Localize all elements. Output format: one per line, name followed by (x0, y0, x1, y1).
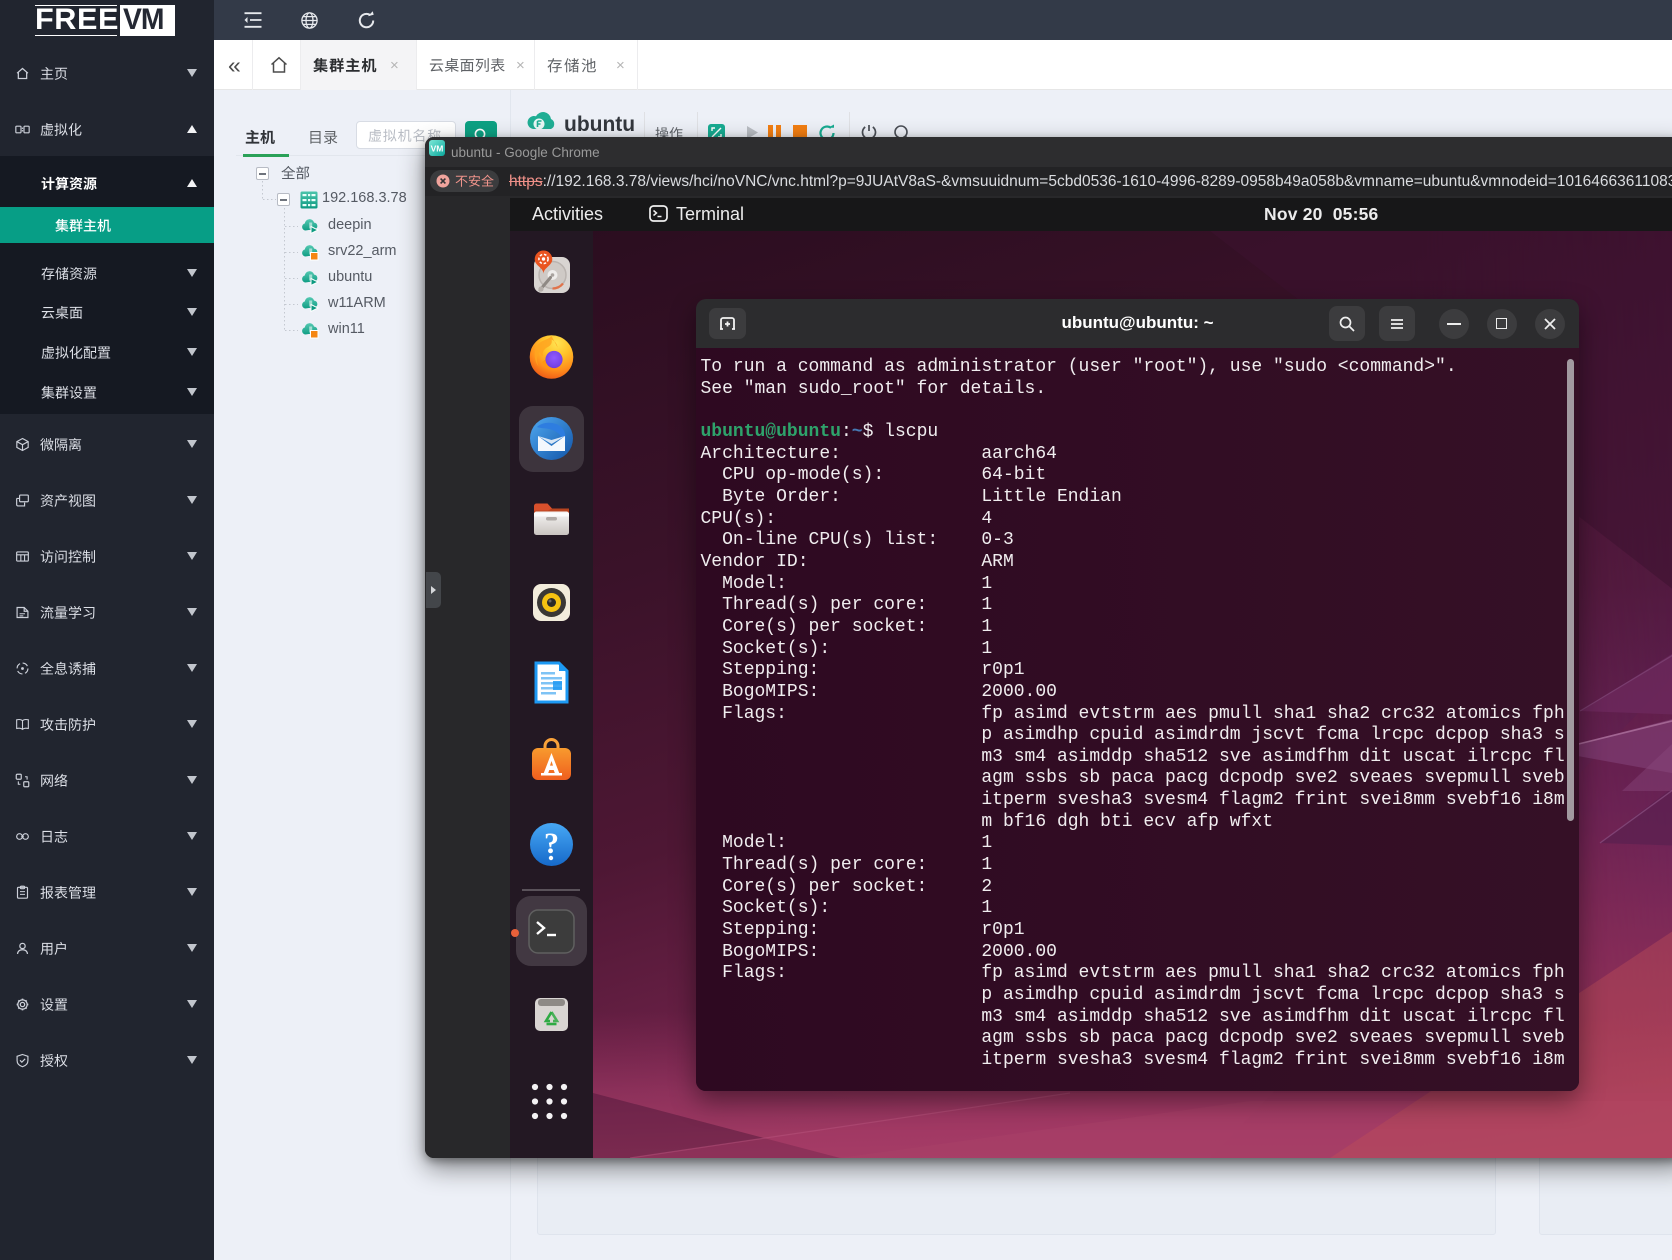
svg-text:VM: VM (431, 144, 444, 154)
svg-text:?: ? (544, 827, 559, 860)
